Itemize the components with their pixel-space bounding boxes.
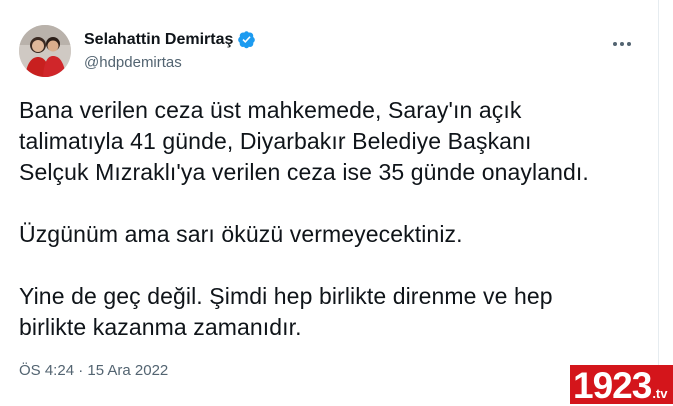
author-name[interactable]: Selahattin Demirtaş <box>84 30 256 49</box>
author-handle[interactable]: @hdpdemirtas <box>84 54 182 71</box>
watermark-number: 1923 <box>573 365 652 406</box>
tweet-text: Bana verilen ceza üst mahkemede, Saray'ı… <box>19 95 649 374</box>
more-options-icon[interactable] <box>608 36 636 52</box>
watermark-tld: .tv <box>652 386 668 401</box>
tweet-paragraph: Bana verilen ceza üst mahkemede, Saray'ı… <box>19 97 589 185</box>
author-name-text[interactable]: Selahattin Demirtaş <box>84 31 233 49</box>
tweet-timestamp[interactable]: ÖS 4:24 · 15 Ara 2022 <box>19 362 168 379</box>
tweet-card: Selahattin Demirtaş @hdpdemirtas Bana ve… <box>0 0 659 404</box>
author-avatar[interactable] <box>19 25 71 77</box>
watermark-logo: 1923 .tv <box>570 365 673 404</box>
tweet-paragraph: Üzgünüm ama sarı öküzü vermeyecektiniz. <box>19 221 463 247</box>
verified-badge-icon <box>237 30 256 49</box>
tweet-paragraph: Yine de geç değil. Şimdi hep birlikte di… <box>19 283 553 340</box>
